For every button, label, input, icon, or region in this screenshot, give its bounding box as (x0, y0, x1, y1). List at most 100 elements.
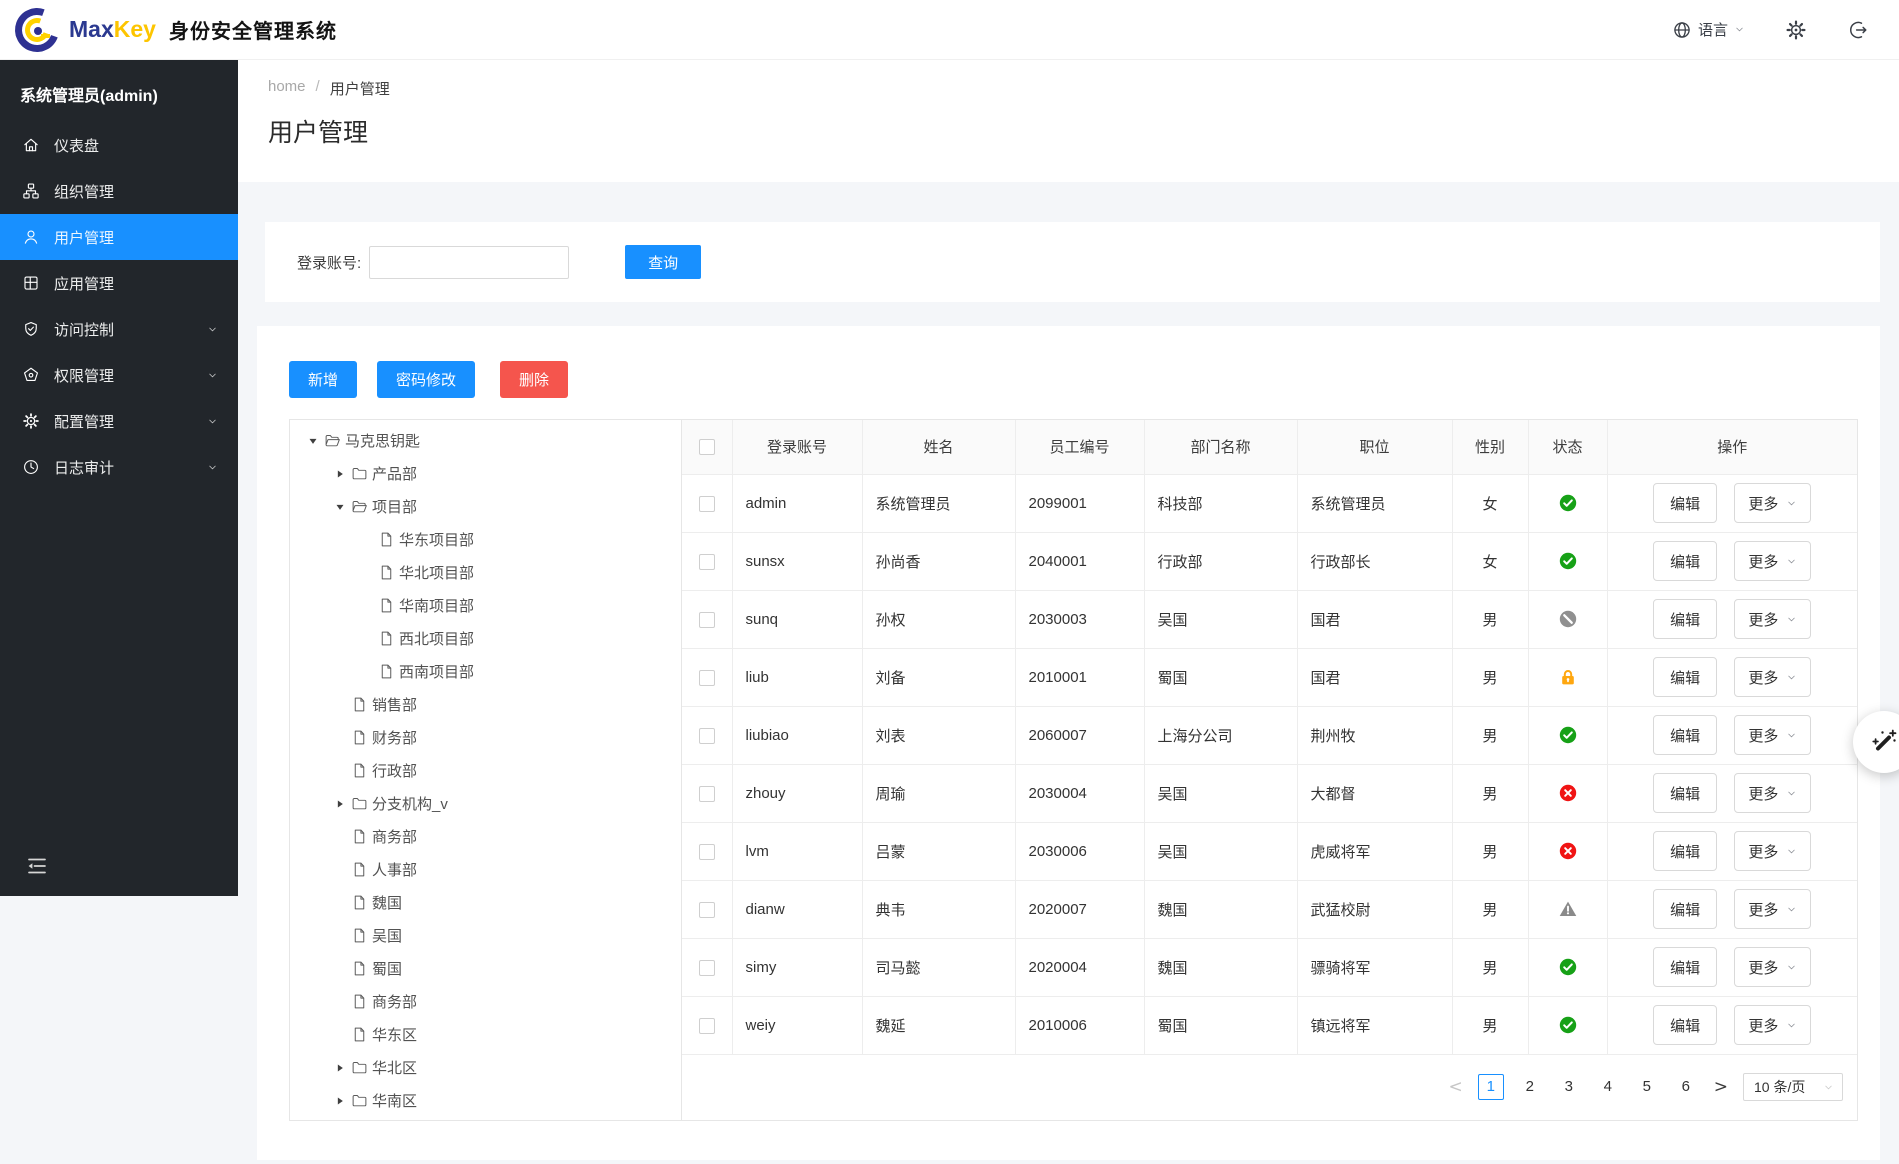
folder-open-icon (351, 498, 368, 515)
more-button[interactable]: 更多 (1734, 831, 1812, 871)
name-cell: 孙权 (861, 589, 1016, 649)
sidebar-item-dashboard[interactable]: 仪表盘 (0, 122, 238, 168)
row-checkbox[interactable] (698, 843, 715, 860)
sidebar-item-applications[interactable]: 应用管理 (0, 260, 238, 306)
status-cell (1527, 473, 1608, 533)
user-management-card: 新增 密码修改 删除 马克思钥匙 产品部 项目部 华东项目部 华北项目部 华南项… (257, 326, 1880, 1160)
tree-item[interactable]: 商务部 (290, 820, 681, 853)
more-button[interactable]: 更多 (1734, 483, 1812, 523)
edit-button[interactable]: 编辑 (1653, 831, 1718, 871)
row-checkbox[interactable] (698, 553, 715, 570)
tree-caret-icon[interactable] (329, 1096, 351, 1106)
row-checkbox[interactable] (698, 959, 715, 976)
query-button[interactable]: 查询 (625, 245, 702, 279)
tree-caret-icon[interactable] (329, 469, 351, 479)
tree-item[interactable]: 西北项目部 (290, 622, 681, 655)
sidebar-item-permissions[interactable]: 权限管理 (0, 352, 238, 398)
more-button[interactable]: 更多 (1734, 657, 1812, 697)
status-enabled-icon (1559, 1016, 1577, 1034)
edit-button[interactable]: 编辑 (1653, 947, 1718, 987)
edit-button[interactable]: 编辑 (1653, 889, 1718, 929)
edit-button[interactable]: 编辑 (1653, 1005, 1718, 1045)
tree-item[interactable]: 华南项目部 (290, 589, 681, 622)
tree-item[interactable]: 人事部 (290, 853, 681, 886)
more-button[interactable]: 更多 (1734, 947, 1812, 987)
more-button[interactable]: 更多 (1734, 1005, 1812, 1045)
more-button[interactable]: 更多 (1734, 715, 1812, 755)
sidebar-item-audit-log[interactable]: 日志审计 (0, 444, 238, 490)
gender-cell: 男 (1451, 879, 1529, 939)
file-icon (351, 960, 368, 977)
tree-item[interactable]: 商务部 (290, 985, 681, 1018)
pagination: < 123456 > 10 条/页 (682, 1055, 1857, 1121)
add-button[interactable]: 新增 (289, 361, 358, 398)
tree-item[interactable]: 产品部 (290, 457, 681, 490)
tree-item[interactable]: 行政部 (290, 754, 681, 787)
tree-item-label: 吴国 (372, 928, 403, 945)
tree-caret-icon[interactable] (329, 799, 351, 809)
tree-item[interactable]: 华东区 (290, 1018, 681, 1051)
tree-item[interactable]: 华北区 (290, 1051, 681, 1084)
menu-fold-button[interactable] (24, 854, 50, 880)
tree-item[interactable]: 项目部 (290, 490, 681, 523)
more-button[interactable]: 更多 (1734, 541, 1812, 581)
tree-item[interactable]: 蜀国 (290, 952, 681, 985)
page-number-3[interactable]: 3 (1556, 1074, 1582, 1100)
select-all-checkbox[interactable] (698, 439, 715, 456)
tree-item[interactable]: 西南项目部 (290, 655, 681, 688)
edit-button[interactable]: 编辑 (1653, 541, 1718, 581)
breadcrumb-home-link[interactable]: home (268, 78, 306, 99)
tree-item[interactable]: 华南区 (290, 1084, 681, 1117)
tree-item[interactable]: 魏国 (290, 886, 681, 919)
tree-item[interactable]: 华东项目部 (290, 523, 681, 556)
edit-button[interactable]: 编辑 (1653, 715, 1718, 755)
table-row: dianw 典韦 2020007 魏国 武猛校尉 男 编辑 更多 (682, 879, 1857, 939)
file-icon (378, 531, 395, 548)
language-selector[interactable]: 语言 (1672, 19, 1745, 40)
edit-button[interactable]: 编辑 (1653, 599, 1718, 639)
edit-button[interactable]: 编辑 (1653, 657, 1718, 697)
prev-page-button[interactable]: < (1447, 1077, 1465, 1097)
tree-item[interactable]: 华北项目部 (290, 556, 681, 589)
row-checkbox[interactable] (698, 611, 715, 628)
sidebar-item-access-control[interactable]: 访问控制 (0, 306, 238, 352)
tree-item[interactable]: 销售部 (290, 688, 681, 721)
page-number-5[interactable]: 5 (1634, 1074, 1660, 1100)
row-checkbox[interactable] (698, 785, 715, 802)
tree-item[interactable]: 分支机构_v (290, 787, 681, 820)
sidebar-item-users[interactable]: 用户管理 (0, 214, 238, 260)
edit-button[interactable]: 编辑 (1653, 773, 1718, 813)
page-number-1[interactable]: 1 (1477, 1074, 1504, 1101)
row-checkbox[interactable] (698, 901, 715, 918)
tree-caret-icon[interactable] (329, 1063, 351, 1073)
delete-button[interactable]: 删除 (500, 361, 569, 398)
more-button[interactable]: 更多 (1734, 773, 1812, 813)
row-checkbox[interactable] (698, 727, 715, 744)
tree-item[interactable]: 财务部 (290, 721, 681, 754)
sidebar-item-organization[interactable]: 组织管理 (0, 168, 238, 214)
tree-item[interactable]: 马克思钥匙 (290, 424, 681, 457)
row-checkbox[interactable] (698, 669, 715, 686)
edit-button[interactable]: 编辑 (1653, 483, 1718, 523)
settings-button[interactable] (1785, 19, 1807, 41)
tree-caret-icon[interactable] (329, 502, 351, 512)
page-size-select[interactable]: 10 条/页 (1743, 1073, 1843, 1102)
page-number-4[interactable]: 4 (1595, 1074, 1621, 1100)
login-account-input[interactable] (369, 245, 570, 279)
tree-item[interactable]: 吴国 (290, 919, 681, 952)
logout-button[interactable] (1847, 19, 1869, 41)
page-number-2[interactable]: 2 (1517, 1074, 1543, 1100)
row-checkbox[interactable] (698, 1017, 715, 1034)
name-cell: 周瑜 (861, 763, 1016, 823)
row-checkbox[interactable] (698, 495, 715, 512)
sidebar-item-configuration[interactable]: 配置管理 (0, 398, 238, 444)
next-page-button[interactable]: > (1712, 1077, 1730, 1097)
clock-icon (22, 458, 40, 476)
status-enabled-icon (1559, 958, 1577, 976)
page-number-6[interactable]: 6 (1673, 1074, 1699, 1100)
more-button[interactable]: 更多 (1734, 889, 1812, 929)
change-password-button[interactable]: 密码修改 (377, 361, 476, 398)
more-button[interactable]: 更多 (1734, 599, 1812, 639)
status-cell (1527, 763, 1608, 823)
tree-caret-icon[interactable] (302, 436, 324, 446)
